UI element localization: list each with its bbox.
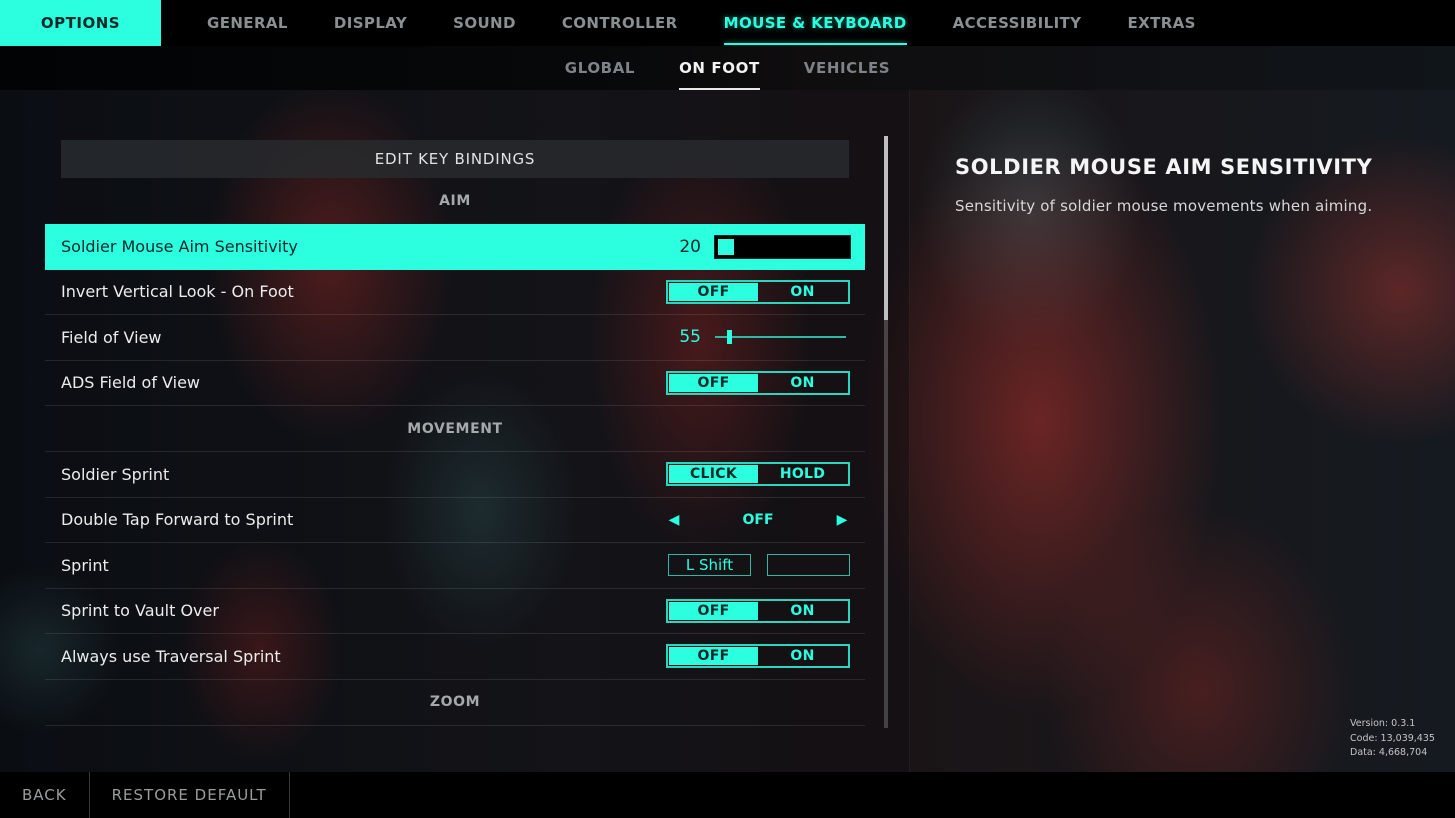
setting-label: Soldier Sprint — [61, 464, 170, 484]
tab-mouse-keyboard[interactable]: MOUSE & KEYBOARD — [723, 0, 907, 46]
sprint-keybind: L Shift — [668, 554, 850, 577]
tab-sound[interactable]: SOUND — [453, 0, 516, 46]
setting-always-use-traversal-sprint[interactable]: Always use Traversal Sprint OFF ON — [45, 634, 865, 680]
section-header-zoom: ZOOM — [45, 680, 865, 726]
slider-track — [715, 336, 846, 339]
setting-label: Invert Vertical Look - On Foot — [61, 282, 294, 302]
toggle-option-off[interactable]: OFF — [669, 601, 758, 620]
soldier-sprint-toggle[interactable]: CLICK HOLD — [666, 462, 850, 487]
back-button[interactable]: BACK — [0, 772, 90, 818]
setting-label: Double Tap Forward to Sprint — [61, 510, 294, 530]
tab-display[interactable]: DISPLAY — [334, 0, 407, 46]
toggle-option-on[interactable]: ON — [758, 647, 847, 665]
slider-fill — [718, 238, 734, 255]
setting-label: Soldier Mouse Aim Sensitivity — [61, 237, 298, 257]
slider-value: 55 — [679, 327, 701, 348]
setting-soldier-mouse-aim-sensitivity[interactable]: Soldier Mouse Aim Sensitivity 20 — [45, 224, 865, 270]
setting-label: Sprint — [61, 555, 109, 575]
toggle-option-click[interactable]: CLICK — [669, 465, 758, 484]
slider-thumb[interactable] — [727, 330, 733, 345]
subtab-vehicles[interactable]: VEHICLES — [804, 46, 890, 90]
cycler-value: OFF — [742, 511, 774, 528]
setting-description-panel: SOLDIER MOUSE AIM SENSITIVITY Sensitivit… — [955, 155, 1425, 215]
settings-scrollbar[interactable] — [884, 136, 888, 728]
subtab-on-foot[interactable]: ON FOOT — [679, 46, 760, 90]
toggle-option-off[interactable]: OFF — [669, 373, 758, 392]
toggle-option-on[interactable]: ON — [758, 283, 847, 301]
version-number: Version: 0.3.1 — [1350, 718, 1416, 729]
setting-label: Always use Traversal Sprint — [61, 646, 281, 666]
tab-accessibility[interactable]: ACCESSIBILITY — [953, 0, 1082, 46]
primary-key-binding[interactable]: L Shift — [668, 554, 751, 577]
traversal-sprint-toggle[interactable]: OFF ON — [666, 644, 850, 669]
build-code: Code: 13,039,435 — [1350, 732, 1435, 744]
description-text: Sensitivity of soldier mouse movements w… — [955, 197, 1373, 215]
tab-general[interactable]: GENERAL — [207, 0, 288, 46]
sprint-to-vault-toggle[interactable]: OFF ON — [666, 598, 850, 623]
setting-soldier-sprint[interactable]: Soldier Sprint CLICK HOLD — [45, 452, 865, 498]
version-info: Version: 0.3.1 Code: 13,039,435 Data: 4,… — [1350, 717, 1435, 761]
setting-field-of-view[interactable]: Field of View 55 — [45, 315, 865, 361]
invert-vertical-look-toggle[interactable]: OFF ON — [666, 279, 850, 304]
arrow-left-icon[interactable]: ◀ — [666, 512, 682, 528]
ads-fov-toggle[interactable]: OFF ON — [666, 370, 850, 395]
toggle-option-hold[interactable]: HOLD — [758, 465, 847, 483]
panel-divider — [909, 90, 910, 772]
double-tap-cycler: ◀ OFF ▶ — [666, 512, 850, 528]
slider-value: 20 — [679, 236, 701, 257]
sub-nav: GLOBAL ON FOOT VEHICLES — [0, 46, 1455, 90]
edit-key-bindings-button[interactable]: EDIT KEY BINDINGS — [61, 140, 849, 178]
setting-sprint[interactable]: Sprint L Shift — [45, 543, 865, 589]
setting-sprint-to-vault-over[interactable]: Sprint to Vault Over OFF ON — [45, 589, 865, 634]
setting-ads-field-of-view[interactable]: ADS Field of View OFF ON — [45, 361, 865, 406]
section-header-aim: AIM — [439, 193, 471, 209]
toggle-option-off[interactable]: OFF — [669, 647, 758, 666]
restore-default-button[interactable]: RESTORE DEFAULT — [90, 772, 290, 818]
subtab-global[interactable]: GLOBAL — [565, 46, 635, 90]
arrow-right-icon[interactable]: ▶ — [834, 512, 850, 528]
toggle-option-on[interactable]: ON — [758, 374, 847, 392]
toggle-option-off[interactable]: OFF — [669, 282, 758, 301]
section-header-movement: MOVEMENT — [45, 406, 865, 452]
fov-slider[interactable] — [715, 329, 846, 345]
description-title: SOLDIER MOUSE AIM SENSITIVITY — [955, 155, 1373, 179]
setting-label: ADS Field of View — [61, 373, 200, 393]
build-data: Data: 4,668,704 — [1350, 747, 1428, 758]
bottom-bar: BACK RESTORE DEFAULT — [0, 772, 1455, 818]
setting-label: Field of View — [61, 327, 162, 347]
secondary-key-binding[interactable] — [767, 554, 850, 577]
scrollbar-thumb[interactable] — [884, 136, 888, 320]
sensitivity-slider[interactable] — [714, 234, 851, 259]
top-nav-tabs: GENERAL DISPLAY SOUND CONTROLLER MOUSE &… — [184, 0, 1219, 46]
options-title: OPTIONS — [0, 0, 161, 46]
tab-controller[interactable]: CONTROLLER — [562, 0, 678, 46]
toggle-option-on[interactable]: ON — [758, 602, 847, 620]
setting-invert-vertical-look[interactable]: Invert Vertical Look - On Foot OFF ON — [45, 270, 865, 315]
setting-double-tap-forward[interactable]: Double Tap Forward to Sprint ◀ OFF ▶ — [45, 498, 865, 543]
tab-extras[interactable]: EXTRAS — [1127, 0, 1195, 46]
settings-list: EDIT KEY BINDINGS AIM Soldier Mouse Aim … — [45, 136, 865, 728]
top-nav: OPTIONS GENERAL DISPLAY SOUND CONTROLLER… — [0, 0, 1455, 46]
setting-label: Sprint to Vault Over — [61, 601, 219, 621]
